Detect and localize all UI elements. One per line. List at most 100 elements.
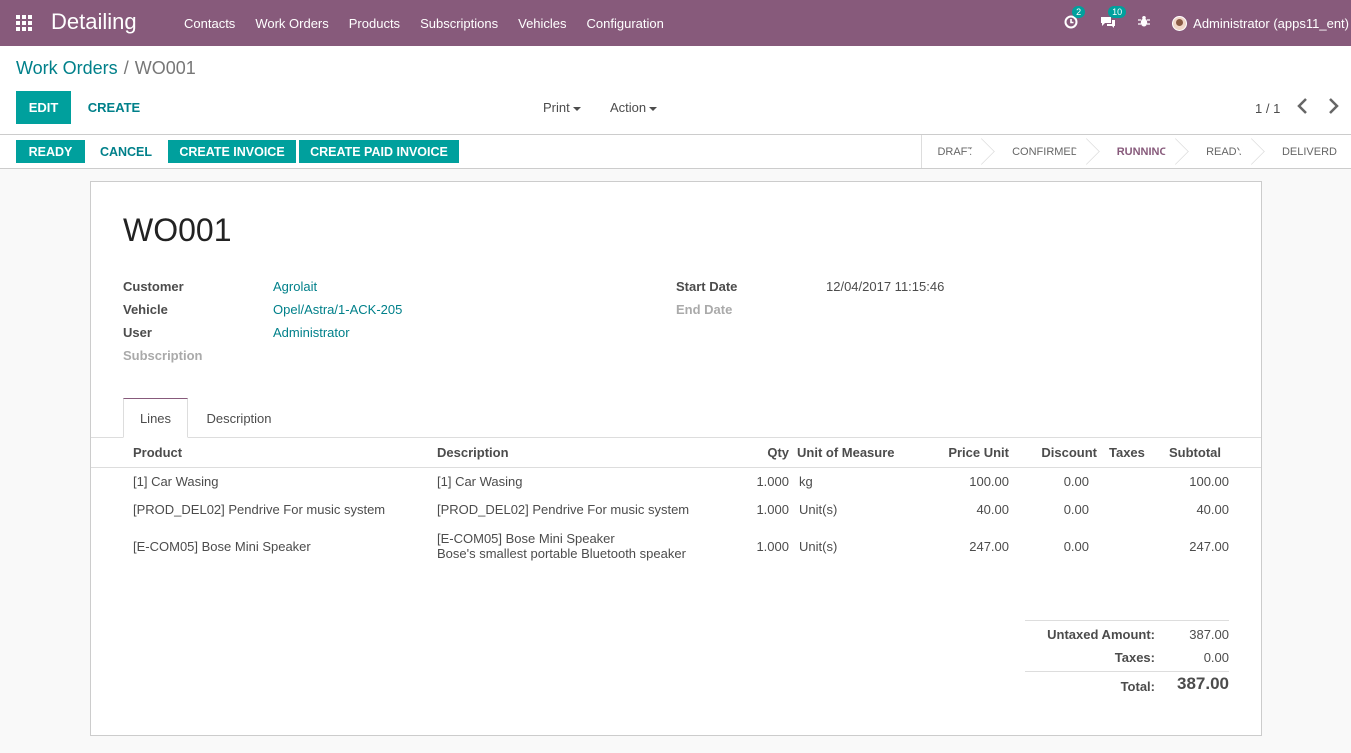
ready-button[interactable]: READY <box>16 140 85 163</box>
line-price-unit: 40.00 <box>976 501 1009 517</box>
column-header-uom[interactable]: Unit of Measure <box>789 438 929 468</box>
caret-down-icon <box>649 106 658 111</box>
pager-value: 1 / 1 <box>1255 101 1281 116</box>
debug-bug-icon[interactable] <box>1138 15 1151 31</box>
create-button[interactable]: CREATE <box>80 91 148 124</box>
line-uom: Unit(s) <box>799 538 838 554</box>
customer-link[interactable]: Agrolait <box>273 279 317 294</box>
edit-button[interactable]: EDIT <box>16 91 71 124</box>
start-date-label: Start Date <box>676 279 738 294</box>
breadcrumb-current: WO001 <box>134 58 196 78</box>
line-uom: kg <box>799 473 813 489</box>
vehicle-label: Vehicle <box>123 302 168 317</box>
line-description-cell: [E-COM05] Bose Mini Speaker Bose's small… <box>437 523 727 569</box>
line-product: [1] Car Wasing <box>133 473 219 489</box>
navbar-systray: 2 10 Administrator (apps11_ent) <box>1064 0 1351 46</box>
line-subtotal: 247.00 <box>1189 538 1229 554</box>
totals-block: Untaxed Amount: 387.00 Taxes: 0.00 Total… <box>1025 620 1229 694</box>
stage-draft[interactable]: DRAFT <box>922 135 988 168</box>
line-taxes <box>1101 523 1121 569</box>
column-header-qty[interactable]: Qty <box>727 438 789 468</box>
subscription-label: Subscription <box>123 348 203 363</box>
total-label: Total: <box>1120 679 1155 694</box>
column-header-description[interactable]: Description <box>437 438 727 468</box>
table-header-row: Product Description Qty Unit of Measure … <box>91 438 1261 468</box>
line-description: [E-COM05] Bose Mini Speaker <box>437 531 615 546</box>
line-product: [E-COM05] Bose Mini Speaker <box>133 538 311 554</box>
line-taxes <box>1101 467 1121 495</box>
apps-menu-icon[interactable] <box>16 15 33 31</box>
activity-clock-icon[interactable]: 2 <box>1064 5 1086 32</box>
form-sheet: WO001 Customer Agrolait Vehicle Opel/Ast… <box>90 181 1262 736</box>
tab-lines[interactable]: Lines <box>123 398 188 438</box>
untaxed-amount-value: 387.00 <box>1189 627 1229 642</box>
taxes-value: 0.00 <box>1203 650 1229 665</box>
breadcrumb-work-orders[interactable]: Work Orders <box>16 58 118 78</box>
top-navbar: Detailing Contacts Work Orders Products … <box>0 0 1351 46</box>
table-row[interactable]: [E-COM05] Bose Mini Speaker [E-COM05] Bo… <box>91 523 1261 569</box>
stage-pipeline: DRAFT CONFIRMED RUNNING READY DELIVERD <box>921 135 1351 168</box>
taxes-label: Taxes: <box>1114 650 1155 665</box>
pager-previous-icon[interactable] <box>1296 96 1310 120</box>
print-label: Print <box>543 100 570 115</box>
line-price-unit: 247.00 <box>969 538 1009 554</box>
column-header-taxes-subtotal: Taxes Subtotal <box>1101 438 1221 468</box>
action-dropdown[interactable]: Action <box>610 100 658 115</box>
end-date-label: End Date <box>676 302 733 317</box>
table-row[interactable]: [PROD_DEL02] Pendrive For music system [… <box>91 495 1261 523</box>
line-taxes <box>1101 495 1121 523</box>
breadcrumb: Work Orders / WO001 <box>16 58 196 79</box>
print-dropdown[interactable]: Print <box>543 100 581 115</box>
line-qty: 1.000 <box>756 473 789 489</box>
pager-next-icon[interactable] <box>1326 96 1340 120</box>
untaxed-amount-label: Untaxed Amount: <box>1047 627 1155 642</box>
statusbar: READY CANCEL CREATE INVOICE CREATE PAID … <box>0 134 1351 169</box>
stage-ready[interactable]: READY <box>1182 135 1258 168</box>
user-link[interactable]: Administrator <box>273 325 350 340</box>
menu-item-configuration[interactable]: Configuration <box>577 16 674 31</box>
line-description: [PROD_DEL02] Pendrive For music system <box>437 501 690 517</box>
cancel-button[interactable]: CANCEL <box>90 140 162 163</box>
column-header-price-unit[interactable]: Price Unit <box>929 438 1009 468</box>
user-avatar <box>1172 15 1188 31</box>
line-discount: 0.00 <box>1063 473 1089 489</box>
start-date-value: 12/04/2017 11:15:46 <box>826 279 945 294</box>
menu-item-contacts[interactable]: Contacts <box>174 16 245 31</box>
menu-item-products[interactable]: Products <box>339 16 410 31</box>
main-menu: Contacts Work Orders Products Subscripti… <box>174 0 674 46</box>
create-invoice-button[interactable]: CREATE INVOICE <box>168 140 296 163</box>
menu-item-work-orders[interactable]: Work Orders <box>245 16 338 31</box>
customer-label: Customer <box>123 279 184 294</box>
line-discount: 0.00 <box>1063 538 1089 554</box>
line-uom: Unit(s) <box>799 501 838 517</box>
messages-icon[interactable]: 10 <box>1100 5 1127 32</box>
vehicle-link[interactable]: Opel/Astra/1-ACK-205 <box>273 302 402 317</box>
column-header-product[interactable]: Product <box>133 438 437 468</box>
app-brand: Detailing <box>51 9 137 34</box>
user-menu[interactable]: Administrator (apps11_ent) <box>1172 15 1349 31</box>
messages-badge: 10 <box>1108 5 1127 18</box>
column-header-subtotal[interactable]: Subtotal <box>1169 445 1221 460</box>
table-row[interactable]: [1] Car Wasing [1] Car Wasing 1.000 kg 1… <box>91 467 1261 495</box>
menu-item-subscriptions[interactable]: Subscriptions <box>410 16 508 31</box>
line-description: [1] Car Wasing <box>437 473 523 489</box>
create-paid-invoice-button[interactable]: CREATE PAID INVOICE <box>299 140 459 163</box>
menu-item-vehicles[interactable]: Vehicles <box>508 16 576 31</box>
column-header-taxes[interactable]: Taxes <box>1109 445 1145 460</box>
line-price-unit: 100.00 <box>969 473 1009 489</box>
line-qty: 1.000 <box>756 501 789 517</box>
column-header-discount[interactable]: Discount <box>1009 438 1101 468</box>
line-product: [PROD_DEL02] Pendrive For music system <box>133 501 386 517</box>
tab-description[interactable]: Description <box>193 398 285 438</box>
stage-running[interactable]: RUNNING <box>1093 135 1182 168</box>
totals-divider <box>1025 671 1229 672</box>
total-value: 387.00 <box>1177 674 1229 693</box>
breadcrumb-separator: / <box>123 58 129 78</box>
caret-down-icon <box>572 106 581 111</box>
stage-deliverd[interactable]: DELIVERD <box>1258 135 1351 168</box>
record-title: WO001 <box>123 212 232 248</box>
user-name: Administrator (apps11_ent) <box>1193 15 1349 31</box>
order-lines-table: Product Description Qty Unit of Measure … <box>91 438 1261 569</box>
line-qty: 1.000 <box>756 538 789 554</box>
stage-confirmed[interactable]: CONFIRMED <box>988 135 1093 168</box>
